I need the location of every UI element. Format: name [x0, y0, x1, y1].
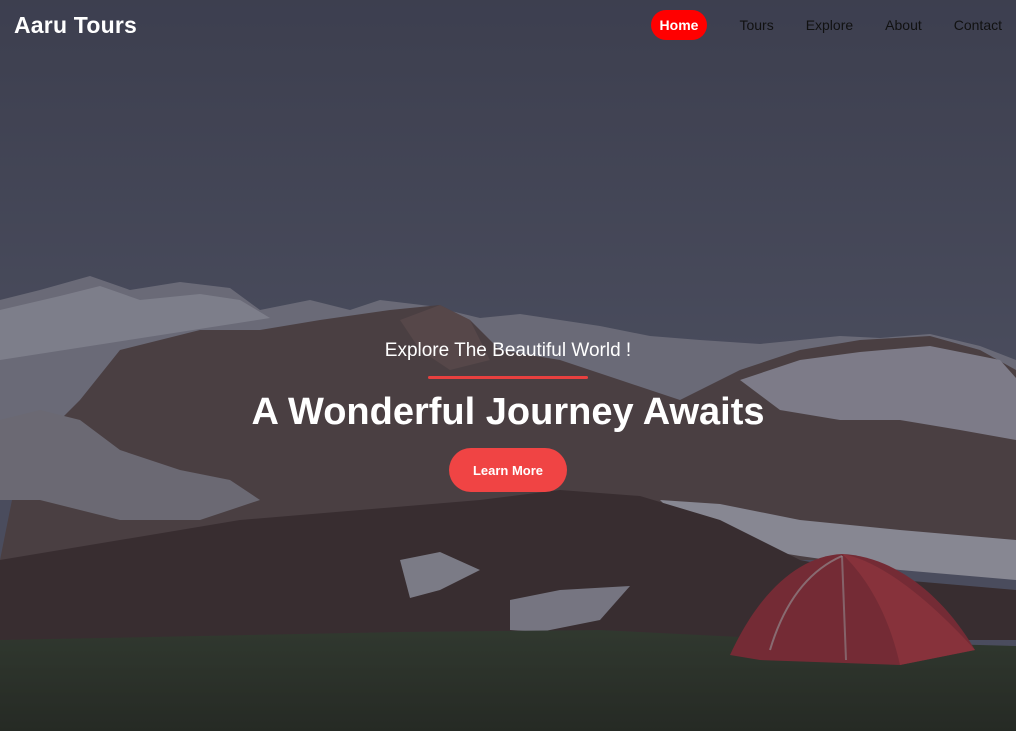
nav-about[interactable]: About: [885, 11, 922, 39]
main-nav: Home Tours Explore About Contact: [650, 10, 1002, 40]
hero-tagline: Explore The Beautiful World !: [384, 340, 632, 361]
hero-divider: [428, 376, 588, 379]
nav-contact[interactable]: Contact: [954, 11, 1002, 39]
learn-more-button[interactable]: Learn More: [449, 448, 567, 492]
hero-section: Aaru Tours Home Tours Explore About Cont…: [0, 0, 1016, 731]
navbar: Aaru Tours Home Tours Explore About Cont…: [0, 0, 1016, 50]
hero-headline: A Wonderful Journey Awaits: [251, 391, 765, 433]
nav-home[interactable]: Home: [650, 10, 708, 40]
hero-content: Explore The Beautiful World ! A Wonderfu…: [0, 340, 1016, 492]
brand-logo[interactable]: Aaru Tours: [14, 12, 137, 39]
nav-tours[interactable]: Tours: [739, 11, 773, 39]
nav-explore[interactable]: Explore: [806, 11, 853, 39]
